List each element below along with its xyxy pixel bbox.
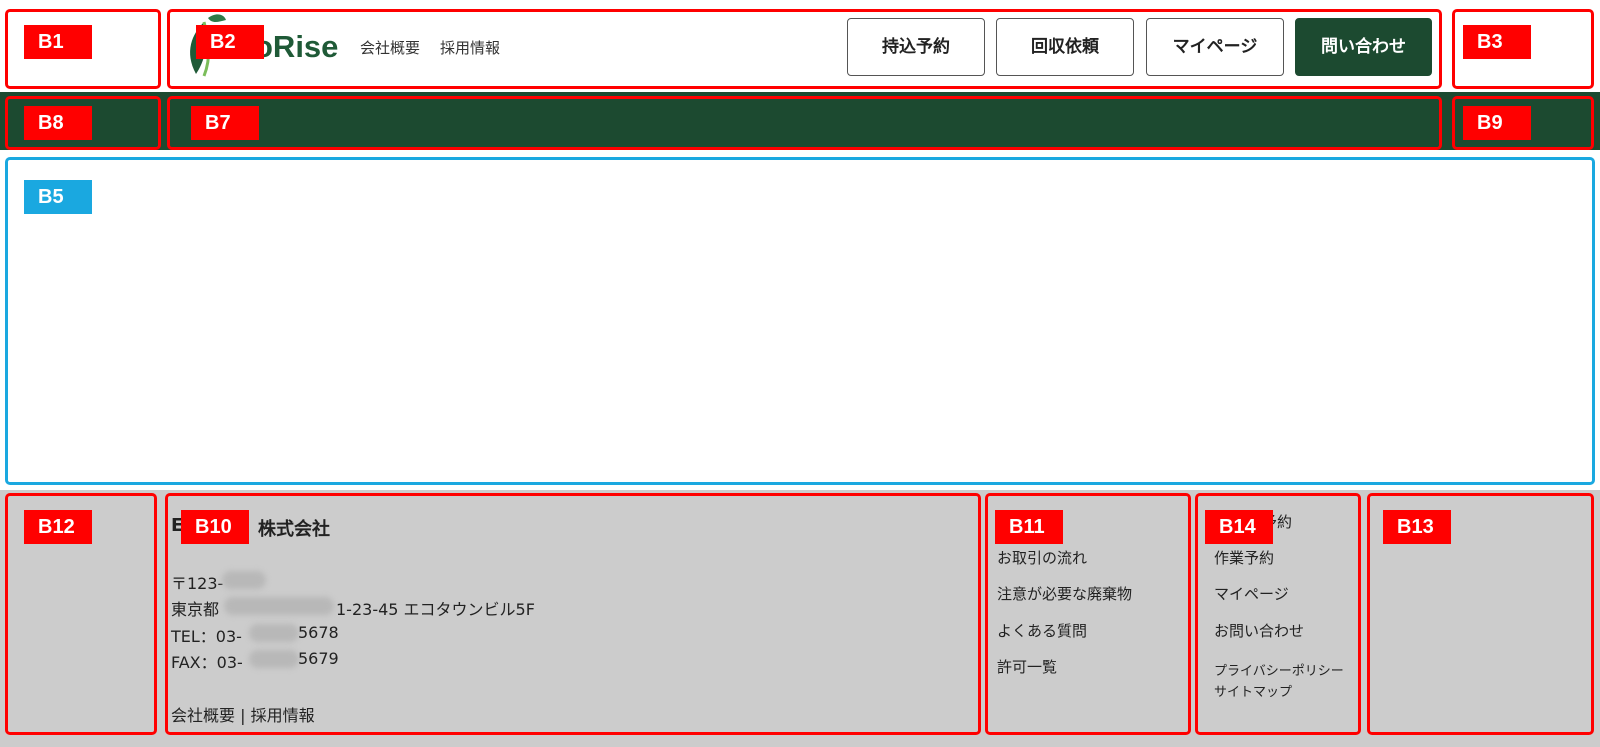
annotation-box-b5 [5, 157, 1595, 485]
annotation-label-b7: B7 [191, 106, 259, 140]
annotation-label-b3: B3 [1463, 25, 1531, 59]
annotation-box-b7 [167, 96, 1442, 150]
annotation-label-b13: B13 [1383, 510, 1451, 544]
annotation-label-b10: B10 [181, 510, 249, 544]
annotation-label-b14: B14 [1205, 510, 1273, 544]
annotation-box-b2 [167, 9, 1442, 89]
annotation-label-b5: B5 [24, 180, 92, 214]
annotation-box-b10 [165, 493, 981, 735]
annotation-label-b8: B8 [24, 106, 92, 140]
annotation-label-b12: B12 [24, 510, 92, 544]
annotation-label-b11: B11 [995, 510, 1063, 544]
annotation-label-b1: B1 [24, 25, 92, 59]
annotation-label-b9: B9 [1463, 106, 1531, 140]
annotation-label-b2: B2 [196, 25, 264, 59]
